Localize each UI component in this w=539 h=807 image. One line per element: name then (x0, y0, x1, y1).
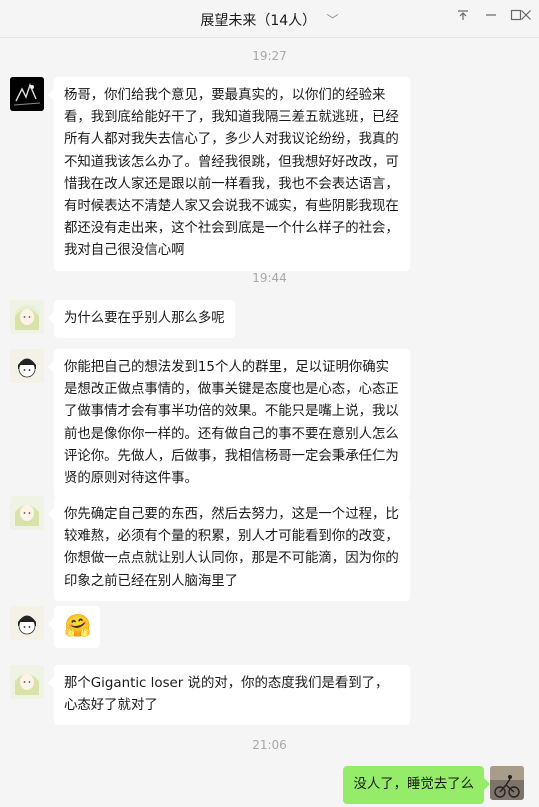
message-bubble[interactable]: 你先确定自己要的东西，然后去努力，这是一个过程，比较难熬，必须有个量的积累，别人… (48, 496, 410, 601)
girl-cartoon-avatar[interactable] (10, 665, 44, 699)
boy-sketch-avatar[interactable] (10, 349, 44, 383)
timestamp: 19:27 (252, 49, 287, 63)
dark-figure-avatar[interactable] (10, 77, 44, 111)
girl-cartoon-avatar[interactable] (10, 300, 44, 334)
my-message-bubble[interactable]: 没人了，睡觉去了么 (343, 766, 490, 805)
close-icon[interactable] (516, 8, 536, 26)
title-bar: 展望未来（14人） ﹀ (0, 0, 539, 38)
pin-icon[interactable] (453, 8, 473, 26)
message-bubble[interactable]: 为什么要在乎别人那么多呢 (48, 300, 235, 339)
chat-title[interactable]: 展望未来（14人） (200, 13, 316, 29)
emoji-message-bubble[interactable]: 🤗 (48, 606, 100, 648)
message-bubble[interactable]: 那个Gigantic loser 说的对，你的态度我们是看到了，心态好了就对了 (48, 665, 410, 726)
chevron-down-icon[interactable]: ﹀ (327, 11, 339, 28)
message-bubble[interactable]: 杨哥，你们给我个意见，要最真实的，以你们的经验来看，我到底给能好干了，我知道我隔… (48, 77, 410, 271)
girl-cartoon-avatar[interactable] (10, 496, 44, 530)
timestamp: 19:44 (252, 271, 287, 285)
timestamp: 21:06 (252, 738, 287, 752)
cyclist-photo-avatar[interactable] (490, 766, 524, 800)
minimize-icon[interactable] (481, 8, 501, 26)
message-bubble[interactable]: 你能把自己的想法发到15个人的群里，足以证明你确实是想改正做点事情的，做事关键是… (48, 349, 410, 499)
boy-sketch-avatar[interactable] (10, 606, 44, 640)
